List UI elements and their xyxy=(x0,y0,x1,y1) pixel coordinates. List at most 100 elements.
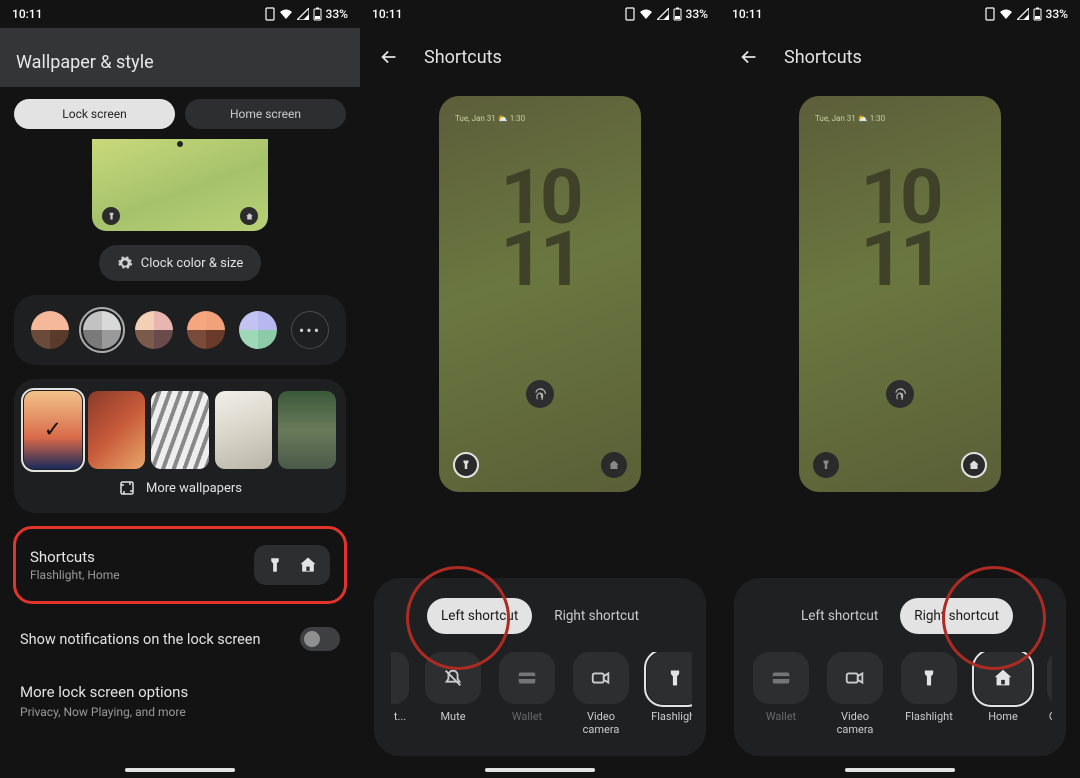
preview-clock: 10 11 xyxy=(439,166,641,291)
option-video-camera[interactable] xyxy=(827,652,883,704)
option-wallet[interactable] xyxy=(753,652,809,704)
more-wallpapers-button[interactable]: More wallpapers xyxy=(24,479,336,497)
battery-icon xyxy=(1033,7,1042,21)
fingerprint-icon xyxy=(886,380,914,408)
lock-preview xyxy=(0,139,360,241)
preview-right-shortcut xyxy=(601,452,627,478)
notifications-toggle[interactable] xyxy=(300,627,340,651)
lock-screen-preview: Tue, Jan 31 ⛅ 1:30 10 11 xyxy=(799,96,1001,492)
shortcut-picker-panel: Left shortcut Right shortcut Wallet Vide… xyxy=(734,578,1066,756)
more-colors-button[interactable]: ••• xyxy=(291,311,329,349)
tab-left-shortcut[interactable]: Left shortcut xyxy=(427,598,532,634)
more-lock-options-row[interactable]: More lock screen options Privacy, Now Pl… xyxy=(0,655,360,719)
preview-clock: 10 11 xyxy=(799,166,1001,291)
back-button[interactable] xyxy=(738,46,762,68)
signal-icon xyxy=(1017,8,1029,20)
wallpaper-thumb-3[interactable] xyxy=(151,391,209,469)
status-icons: 33% xyxy=(265,7,348,21)
tab-right-shortcut[interactable]: Right shortcut xyxy=(540,598,653,634)
option-mute[interactable] xyxy=(425,652,481,704)
shortcut-picker-panel: Left shortcut Right shortcut t... Mute W… xyxy=(374,578,706,756)
back-button[interactable] xyxy=(378,46,402,68)
color-swatch-4[interactable] xyxy=(187,311,225,349)
nav-handle[interactable] xyxy=(125,768,235,772)
battery-pct: 33% xyxy=(686,7,708,21)
clock-color-size-button[interactable]: Clock color & size xyxy=(99,245,262,281)
shortcuts-icon-preview xyxy=(254,545,330,585)
page-title: Wallpaper & style xyxy=(0,28,360,87)
color-swatch-1[interactable] xyxy=(31,311,69,349)
tab-left-shortcut[interactable]: Left shortcut xyxy=(787,598,892,634)
wallpaper-panel: More wallpapers xyxy=(14,379,346,513)
tab-lock-screen[interactable]: Lock screen xyxy=(14,99,175,129)
wifi-icon xyxy=(279,8,293,20)
color-swatch-2[interactable] xyxy=(83,311,121,349)
wifi-icon xyxy=(639,8,653,20)
battery-pct: 33% xyxy=(326,7,348,21)
wifi-icon xyxy=(999,8,1013,20)
screen-wallpaper-style: 10:11 33% Wallpaper & style Lock screen … xyxy=(0,0,360,778)
flashlight-icon xyxy=(266,555,284,575)
flashlight-icon xyxy=(919,667,939,689)
option-home[interactable] xyxy=(975,652,1031,704)
mute-icon xyxy=(442,667,464,689)
shortcuts-row[interactable]: Shortcuts Flashlight, Home xyxy=(14,527,346,603)
option-qr-partial[interactable] xyxy=(1047,652,1052,704)
status-bar: 10:11 33% xyxy=(720,0,1080,28)
wallpaper-thumb-5[interactable] xyxy=(278,391,336,469)
color-palette-panel: ••• xyxy=(14,295,346,365)
option-flashlight[interactable] xyxy=(901,652,957,704)
preview-home-icon xyxy=(240,207,258,225)
wallet-icon xyxy=(516,667,538,689)
arrow-left-icon xyxy=(378,46,400,68)
shortcuts-title: Shortcuts xyxy=(30,548,120,566)
preview-right-shortcut xyxy=(961,452,987,478)
preview-left-shortcut xyxy=(453,452,479,478)
battery-pct: 33% xyxy=(1046,7,1068,21)
screen-shortcuts-right: 10:11 33% Shortcuts Tue, Jan 31 ⛅ 1:30 1… xyxy=(720,0,1080,778)
fingerprint-icon xyxy=(526,380,554,408)
nav-handle[interactable] xyxy=(485,768,595,772)
option-wallet[interactable] xyxy=(499,652,555,704)
video-camera-icon xyxy=(844,667,866,689)
screen-tabs: Lock screen Home screen xyxy=(0,87,360,139)
arrow-left-icon xyxy=(738,46,760,68)
lock-screen-preview: Tue, Jan 31 ⛅ 1:30 10 11 xyxy=(439,96,641,492)
tab-right-shortcut[interactable]: Right shortcut xyxy=(900,598,1013,634)
color-swatch-5[interactable] xyxy=(239,311,277,349)
nav-handle[interactable] xyxy=(845,768,955,772)
option-flashlight[interactable] xyxy=(647,652,692,704)
video-camera-icon xyxy=(590,667,612,689)
shortcuts-subtitle: Flashlight, Home xyxy=(30,568,120,582)
screen-shortcuts-left: 10:11 33% Shortcuts Tue, Jan 31 ⛅ 1:30 1… xyxy=(360,0,720,778)
option-partial[interactable] xyxy=(391,652,409,704)
tab-home-screen[interactable]: Home screen xyxy=(185,99,346,129)
device-icon xyxy=(985,7,995,21)
wallpaper-thumb-2[interactable] xyxy=(88,391,146,469)
page-title: Shortcuts xyxy=(424,47,502,68)
home-icon xyxy=(298,555,318,575)
wallet-icon xyxy=(770,667,792,689)
status-time: 10:11 xyxy=(372,7,402,21)
device-icon xyxy=(265,7,275,21)
signal-icon xyxy=(297,8,309,20)
preview-flashlight-icon xyxy=(102,207,120,225)
notifications-toggle-row[interactable]: Show notifications on the lock screen xyxy=(0,603,360,655)
wallpaper-thumb-1[interactable] xyxy=(24,391,82,469)
page-title: Shortcuts xyxy=(784,47,862,68)
option-video-camera[interactable] xyxy=(573,652,629,704)
battery-icon xyxy=(673,7,682,21)
status-icons: 33% xyxy=(985,7,1068,21)
preview-left-shortcut xyxy=(813,452,839,478)
battery-icon xyxy=(313,7,322,21)
status-icons: 33% xyxy=(625,7,708,21)
status-bar: 10:11 33% xyxy=(360,0,720,28)
color-swatch-3[interactable] xyxy=(135,311,173,349)
signal-icon xyxy=(657,8,669,20)
status-time: 10:11 xyxy=(732,7,762,21)
gear-icon xyxy=(117,255,133,271)
wallpaper-thumb-4[interactable] xyxy=(215,391,273,469)
wallpaper-icon xyxy=(118,479,136,497)
device-icon xyxy=(625,7,635,21)
home-icon xyxy=(992,667,1014,689)
